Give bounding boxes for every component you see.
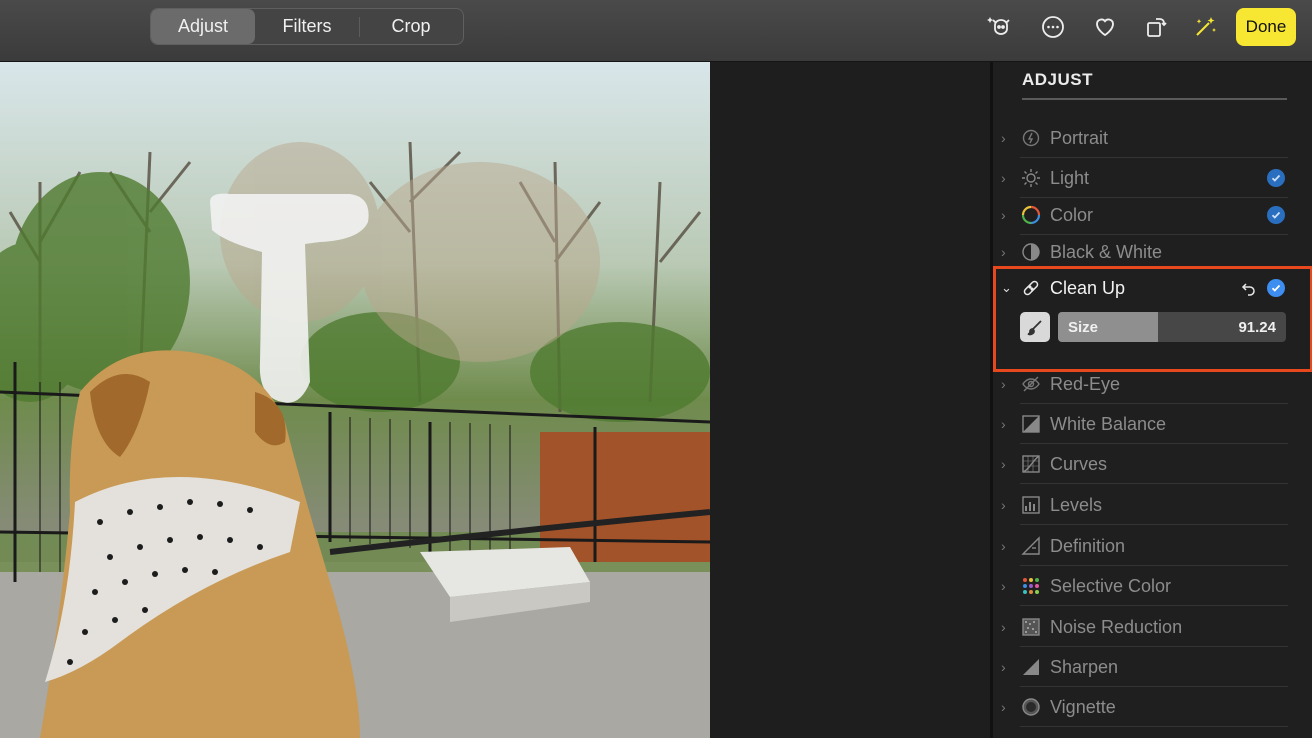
sidebar-item-curves[interactable]: › Curves <box>1001 444 1291 484</box>
checkmark-icon[interactable] <box>1267 279 1285 297</box>
sidebar-item-label: Levels <box>1050 494 1103 515</box>
divider <box>1020 483 1288 484</box>
sidebar-title: ADJUST <box>1022 70 1094 89</box>
chevron-right-icon[interactable]: › <box>1001 699 1015 715</box>
revert-icon[interactable] <box>1241 280 1257 301</box>
chevron-right-icon[interactable]: › <box>1001 619 1015 635</box>
size-label: Size <box>1068 319 1099 336</box>
sidebar-item-white-balance[interactable]: › White Balance <box>1001 404 1291 444</box>
white-balance-icon <box>1021 414 1041 434</box>
heart-icon[interactable] <box>1090 12 1120 42</box>
chevron-right-icon[interactable]: › <box>1001 538 1015 554</box>
sidebar-item-levels[interactable]: › Levels <box>1001 485 1291 525</box>
canvas-background <box>710 62 990 738</box>
chevron-right-icon[interactable]: › <box>1001 456 1015 472</box>
chevron-right-icon[interactable]: › <box>1001 130 1015 146</box>
sun-icon <box>1021 168 1041 188</box>
chevron-right-icon[interactable]: › <box>1001 497 1015 513</box>
chevron-right-icon[interactable]: › <box>1001 578 1015 594</box>
divider <box>1020 524 1288 525</box>
eye-icon <box>1021 374 1041 394</box>
sidebar-item-selective-color[interactable]: › Selective Color <box>1001 566 1291 606</box>
photo-canvas[interactable] <box>0 62 710 738</box>
mode-segmented-control: Adjust Filters Crop <box>150 8 464 45</box>
size-slider[interactable]: Size 91.24 <box>1058 312 1286 342</box>
chevron-right-icon[interactable]: › <box>1001 416 1015 432</box>
color-wheel-icon <box>1021 205 1041 225</box>
sidebar-item-noise-reduction[interactable]: › Noise Reduction <box>1001 607 1291 647</box>
vignette-icon <box>1021 697 1041 717</box>
magic-pet-icon[interactable] <box>985 12 1015 42</box>
sharpen-icon <box>1021 657 1041 677</box>
tab-filters[interactable]: Filters <box>255 9 359 44</box>
sidebar-item-label: Curves <box>1050 453 1108 474</box>
sidebar-item-label: Noise Reduction <box>1050 616 1183 637</box>
sidebar-item-sharpen[interactable]: › Sharpen <box>1001 647 1291 687</box>
sidebar-item-label: Light <box>1050 167 1090 188</box>
chevron-right-icon[interactable]: › <box>1001 376 1015 392</box>
sidebar-item-label: Vignette <box>1050 696 1116 717</box>
noise-icon <box>1021 617 1041 637</box>
photo-image <box>0 141 710 738</box>
chevron-right-icon[interactable]: › <box>1001 244 1015 260</box>
divider <box>1020 605 1288 606</box>
tab-crop[interactable]: Crop <box>359 9 463 44</box>
more-icon[interactable] <box>1038 12 1068 42</box>
auto-enhance-icon[interactable] <box>1190 12 1220 42</box>
sidebar-item-label: Selective Color <box>1050 575 1172 596</box>
sidebar-item-label: Definition <box>1050 535 1126 556</box>
title-divider <box>1022 98 1287 100</box>
checkmark-icon[interactable] <box>1267 206 1285 224</box>
sidebar-item-label: Color <box>1050 204 1094 225</box>
checkmark-icon[interactable] <box>1267 169 1285 187</box>
sidebar-item-color[interactable]: › Color <box>1001 195 1291 235</box>
done-button[interactable]: Done <box>1236 8 1296 46</box>
size-value: 91.24 <box>1238 319 1276 336</box>
sidebar-item-clean-up[interactable]: ⌄ Clean Up <box>1001 268 1291 308</box>
sidebar-item-label: Black & White <box>1050 241 1163 262</box>
tab-adjust[interactable]: Adjust <box>151 9 255 44</box>
chevron-right-icon[interactable]: › <box>1001 659 1015 675</box>
sidebar-item-label: Clean Up <box>1050 277 1126 298</box>
selective-color-icon <box>1021 576 1041 596</box>
brush-icon[interactable] <box>1020 312 1050 342</box>
levels-icon <box>1021 495 1041 515</box>
definition-icon <box>1021 536 1041 556</box>
half-circle-icon <box>1021 242 1041 262</box>
sidebar-item-red-eye[interactable]: › Red-Eye <box>1001 364 1291 404</box>
chevron-right-icon[interactable]: › <box>1001 207 1015 223</box>
adjust-sidebar: ADJUST › Portrait › Light › Color › Blac… <box>990 62 1312 738</box>
sidebar-item-light[interactable]: › Light <box>1001 158 1291 198</box>
sidebar-item-label: Sharpen <box>1050 656 1119 677</box>
sidebar-item-label: White Balance <box>1050 413 1167 434</box>
divider <box>1020 726 1288 727</box>
curves-icon <box>1021 454 1041 474</box>
bandage-icon <box>1021 278 1041 298</box>
rotate-icon[interactable] <box>1141 12 1171 42</box>
sidebar-item-label: Red-Eye <box>1050 373 1121 394</box>
chevron-right-icon[interactable]: › <box>1001 170 1015 186</box>
sidebar-item-definition[interactable]: › Definition <box>1001 526 1291 566</box>
sidebar-item-label: Portrait <box>1050 127 1109 148</box>
cleanup-size-control: Size 91.24 <box>1020 312 1286 342</box>
portrait-icon <box>1021 128 1041 148</box>
chevron-down-icon[interactable]: ⌄ <box>1001 280 1015 296</box>
sidebar-item-portrait[interactable]: › Portrait <box>1001 118 1291 158</box>
toolbar: Adjust Filters Crop Done <box>0 0 1312 62</box>
sidebar-item-vignette[interactable]: › Vignette <box>1001 687 1291 727</box>
